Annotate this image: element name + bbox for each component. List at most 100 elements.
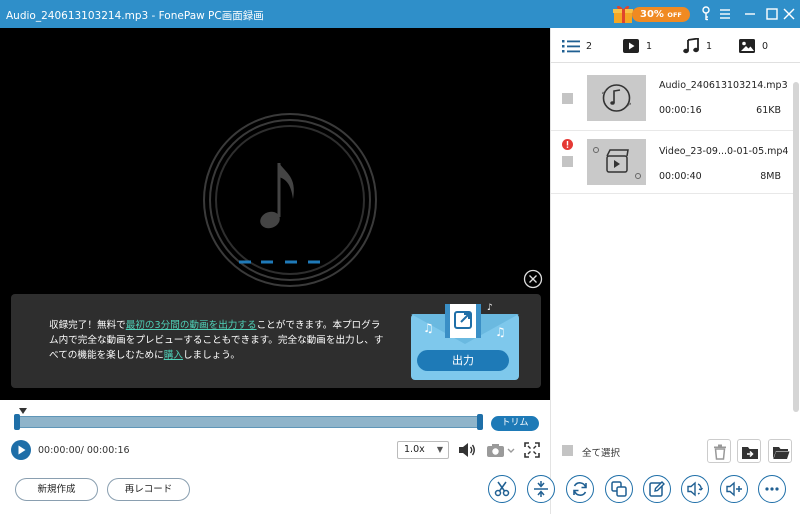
- key-icon[interactable]: [697, 5, 715, 23]
- video-icon: [623, 39, 639, 53]
- tab-audio[interactable]: 1: [682, 38, 722, 54]
- audio-file-icon: ↙ ↗: [601, 84, 632, 112]
- notice-message: 収録完了！無料で最初の3分間の動画を出力することができます。本プログラム内で完全…: [49, 318, 389, 363]
- cut-tool[interactable]: [488, 475, 516, 503]
- new-button[interactable]: 新規作成: [15, 478, 98, 501]
- image-icon: [739, 39, 755, 53]
- file-panel: 2 1 1 0 ↙ ↗ Audio_240613103214.mp3 00:00…: [550, 28, 800, 514]
- window-title: Audio_240613103214.mp3 - FonePaw PC画面録画: [6, 10, 264, 22]
- speaker-plus-icon: [726, 481, 742, 497]
- export-button[interactable]: 出力: [417, 350, 509, 371]
- promo-off: OFF: [667, 11, 682, 19]
- trim-end-handle[interactable]: [477, 414, 483, 430]
- svg-text:♫: ♫: [423, 321, 434, 335]
- edit-tool[interactable]: [643, 475, 671, 503]
- media-filter-tabs: 2 1 1 0: [551, 28, 800, 63]
- warning-icon: [562, 139, 573, 150]
- convert-tool[interactable]: [566, 475, 594, 503]
- timeline-track[interactable]: [14, 416, 483, 428]
- file-item-audio[interactable]: ↙ ↗ Audio_240613103214.mp3 00:00:16 61KB: [551, 70, 800, 126]
- tab-image[interactable]: 0: [738, 38, 778, 54]
- file-checkbox[interactable]: [562, 93, 573, 104]
- minimize-icon[interactable]: [741, 5, 759, 23]
- notice-text-post: しましょう。: [182, 350, 240, 361]
- tab-video-count: 1: [646, 41, 653, 52]
- edit-icon: [649, 481, 665, 497]
- trim-start-handle[interactable]: [14, 414, 20, 430]
- trim-button[interactable]: トリム: [491, 416, 539, 431]
- speed-value: 1.0x: [404, 444, 425, 455]
- video-file-icon: [593, 147, 641, 179]
- file-size: 61KB: [756, 105, 781, 116]
- svg-text:♫: ♫: [495, 325, 506, 339]
- svg-text:♪: ♪: [487, 303, 493, 313]
- file-list-scrollbar[interactable]: [793, 82, 799, 412]
- copy-icon: [611, 481, 627, 497]
- volume-boost-tool[interactable]: [720, 475, 748, 503]
- file-name: Video_23-09...0-01-05.mp4: [659, 146, 789, 157]
- speed-select[interactable]: 1.0x ▼: [397, 441, 449, 459]
- trial-notice: 収録完了！無料で最初の3分間の動画を出力することができます。本プログラム内で完全…: [11, 294, 541, 388]
- speaker-refresh-icon: [687, 481, 703, 497]
- file-thumbnail: ↙ ↗: [587, 75, 646, 121]
- gift-icon: [613, 5, 633, 23]
- chevron-down-icon: ▼: [436, 445, 443, 454]
- playback-controls: トリム 00:00:00/ 00:00:16 1.0x ▼ 新規作成 再レコード: [0, 400, 550, 514]
- tab-video[interactable]: 1: [622, 38, 662, 54]
- refresh-icon: [573, 482, 587, 496]
- maximize-icon[interactable]: [763, 5, 781, 23]
- divider: [551, 193, 793, 194]
- title-bar: Audio_240613103214.mp3 - FonePaw PC画面録画 …: [0, 0, 800, 28]
- audio-edit-tool[interactable]: [681, 475, 709, 503]
- file-item-video[interactable]: Video_23-09...0-01-05.mp4 00:00:40 8MB: [551, 134, 800, 190]
- select-all-checkbox[interactable]: [562, 445, 573, 456]
- tab-audio-count: 1: [706, 41, 713, 52]
- open-folder-button[interactable]: [768, 439, 792, 463]
- file-thumbnail: [587, 139, 646, 185]
- trash-icon: [714, 444, 726, 460]
- folder-move-icon: [742, 447, 758, 459]
- file-duration: 00:00:40: [659, 171, 702, 182]
- rerecord-button[interactable]: 再レコード: [107, 478, 190, 501]
- promo-label: 30% OFF: [632, 7, 690, 22]
- timeline[interactable]: [14, 408, 483, 430]
- file-duration: 00:00:16: [659, 105, 702, 116]
- playhead[interactable]: [19, 408, 27, 414]
- folder-icon: [773, 447, 790, 459]
- svg-text:↗: ↗: [626, 101, 632, 109]
- close-notice-icon[interactable]: [523, 269, 543, 289]
- more-icon: [765, 487, 779, 491]
- list-icon: [562, 40, 580, 53]
- tab-image-count: 0: [762, 41, 769, 52]
- file-checkbox[interactable]: [562, 156, 573, 167]
- snapshot-icon[interactable]: [486, 442, 516, 458]
- preview-player: 収録完了！無料で最初の3分間の動画を出力することができます。本プログラム内で完全…: [0, 28, 550, 400]
- delete-button[interactable]: [707, 439, 731, 463]
- volume-icon[interactable]: [458, 442, 476, 458]
- menu-icon[interactable]: [716, 5, 734, 23]
- merge-tool[interactable]: [527, 475, 555, 503]
- time-display: 00:00:00/ 00:00:16: [38, 445, 130, 456]
- more-tool[interactable]: [758, 475, 786, 503]
- fullscreen-icon[interactable]: [524, 442, 540, 458]
- purchase-link[interactable]: 購入: [164, 350, 183, 361]
- merge-icon: [534, 481, 548, 497]
- move-to-folder-button[interactable]: [737, 439, 761, 463]
- music-icon: [683, 38, 699, 54]
- promo-badge[interactable]: 30% OFF: [612, 4, 690, 24]
- tab-all-count: 2: [586, 41, 593, 52]
- file-size: 8MB: [760, 171, 781, 182]
- compress-tool[interactable]: [605, 475, 633, 503]
- audio-disc-icon: [203, 113, 377, 287]
- notice-text-pre: 収録完了！無料で: [49, 320, 126, 331]
- promo-percent: 30%: [640, 9, 664, 20]
- svg-text:↙: ↙: [601, 88, 607, 96]
- play-icon[interactable]: [11, 440, 31, 460]
- tab-all[interactable]: 2: [562, 38, 602, 54]
- file-name: Audio_240613103214.mp3: [659, 80, 788, 91]
- export-free-link[interactable]: 最初の3分間の動画を出力する: [126, 320, 257, 331]
- scissors-icon: [494, 481, 510, 497]
- close-icon[interactable]: [780, 5, 798, 23]
- divider: [551, 130, 793, 131]
- select-all-label[interactable]: 全て選択: [582, 445, 620, 459]
